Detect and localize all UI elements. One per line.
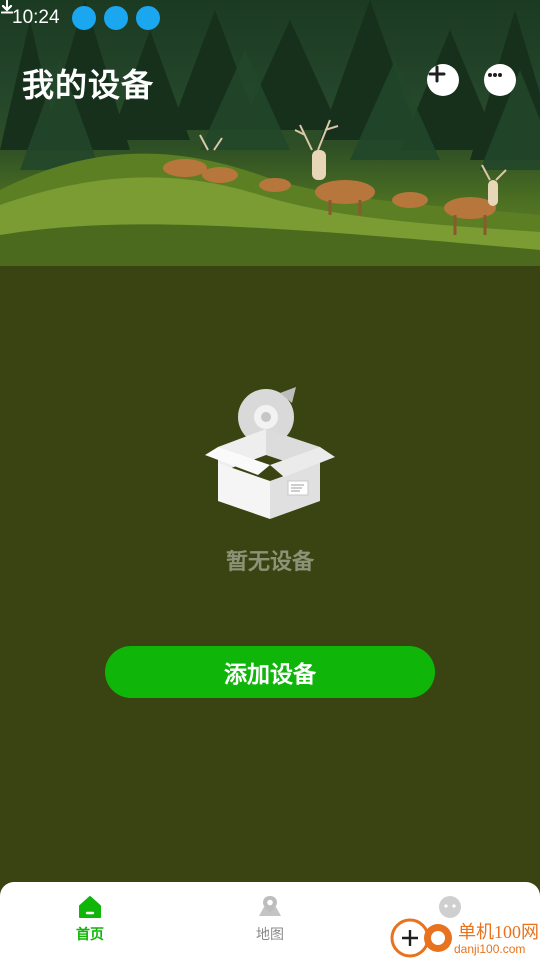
empty-box-icon (205, 387, 335, 519)
add-device-button[interactable]: 添加设备 (105, 646, 435, 698)
tab-map-label: 地图 (256, 927, 284, 943)
site-watermark: 单机100网 danji100.com (390, 916, 540, 960)
forest-deer-illustration (0, 0, 540, 266)
watermark-logo-icon (390, 918, 452, 958)
add-device-icon-button[interactable] (427, 64, 459, 96)
header-banner: 10:24 我的设备 (0, 0, 540, 266)
chat-bubble-icon (488, 73, 502, 77)
status-bar: 10:24 (0, 0, 540, 36)
message-button[interactable] (484, 64, 516, 96)
download-icon (1, 0, 96, 30)
download-icon (1, 0, 128, 30)
watermark-title: 单机100网 (458, 922, 539, 942)
tab-home[interactable]: 首页 (0, 882, 180, 960)
map-pin-icon (259, 896, 281, 916)
watermark-url: danji100.com (454, 942, 526, 956)
tab-home-label: 首页 (76, 927, 104, 943)
tab-map[interactable]: 地图 (180, 882, 360, 960)
status-time: 10:24 (12, 7, 60, 28)
plus-icon (428, 65, 446, 83)
home-icon (79, 896, 101, 918)
download-icon (1, 0, 160, 30)
empty-state-text: 暂无设备 (225, 550, 314, 575)
page-title: 我的设备 (22, 66, 155, 104)
